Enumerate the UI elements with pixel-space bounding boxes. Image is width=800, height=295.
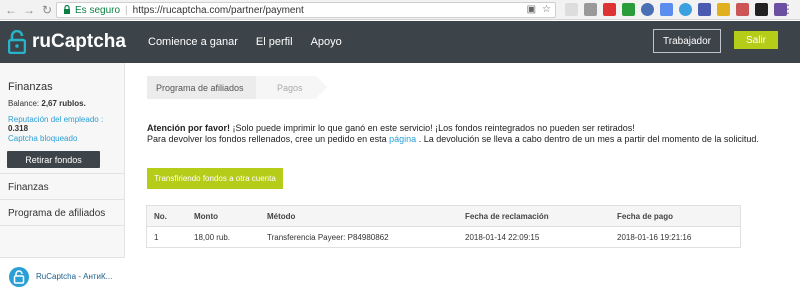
bookmark-star-icon[interactable]: ☆: [542, 4, 551, 15]
sidebar-divider: [0, 225, 125, 226]
notice-line2-pre: Para devolver los fondos rellenados, cre…: [147, 134, 390, 144]
cell-fecha-reclamacion: 2018-01-14 22:09:15: [465, 232, 540, 242]
url-text[interactable]: https://rucaptcha.com/partner/payment: [133, 5, 304, 16]
main-nav: Comience a ganar El perfil Apoyo: [148, 36, 360, 48]
app-promo[interactable]: RuCaptcha - АнтиК...: [0, 257, 125, 295]
sidebar-title: Finanzas: [8, 81, 53, 93]
lock-icon: [62, 5, 72, 15]
sidebar-divider: [0, 173, 125, 174]
nav-el-perfil[interactable]: El perfil: [256, 36, 293, 48]
sidebar-item-afiliados[interactable]: Programa de afiliados: [8, 208, 105, 219]
col-fecha-pago: Fecha de pago: [617, 211, 674, 221]
forward-icon[interactable]: →: [22, 3, 36, 17]
nav-apoyo[interactable]: Apoyo: [311, 36, 342, 48]
reload-icon[interactable]: ↻: [40, 3, 54, 17]
table-row: 1 18,00 rub. Transferencia Payeer: P8498…: [147, 227, 740, 247]
main-content: Programa de afiliados Pagos Atención por…: [126, 63, 800, 295]
breadcrumb-item-pagos: Pagos: [256, 76, 327, 99]
extension-icon[interactable]: [679, 3, 692, 16]
brand-name: ruCaptcha: [32, 31, 126, 52]
extension-icon[interactable]: [755, 3, 768, 16]
extension-icon[interactable]: [736, 3, 749, 16]
cell-metodo: Transferencia Payeer: P84980862: [267, 232, 389, 242]
payments-table: No. Monto Método Fecha de reclamación Fe…: [146, 205, 741, 248]
nav-comience-a-ganar[interactable]: Comience a ganar: [148, 36, 238, 48]
back-icon[interactable]: ←: [4, 3, 18, 17]
site-header: ruCaptcha Comience a ganar El perfil Apo…: [0, 21, 800, 63]
breadcrumb-item-afiliados[interactable]: Programa de afiliados: [147, 76, 267, 99]
logout-button[interactable]: Salir: [734, 31, 778, 49]
reputation-label[interactable]: Reputación del empleado :: [8, 115, 103, 124]
reputation-value: 0.318: [8, 124, 29, 133]
reputation[interactable]: Reputación del empleado : 0.318: [8, 115, 124, 133]
sidebar: Finanzas Balance: 2,67 rublos. Reputació…: [0, 63, 125, 295]
browser-menu-icon[interactable]: ⋮: [782, 2, 794, 16]
extension-icon[interactable]: [698, 3, 711, 16]
balance: Balance: 2,67 rublos.: [8, 99, 86, 108]
notice-line1: ¡Solo puede imprimir lo que ganó en este…: [230, 123, 635, 133]
captcha-blocked-link[interactable]: Captcha bloqueado: [8, 134, 77, 143]
omnibox-separator: |: [125, 4, 128, 16]
cell-no: 1: [154, 232, 159, 242]
browser-toolbar: ← → ↻ Es seguro | https://rucaptcha.com/…: [0, 0, 800, 20]
cell-fecha-pago: 2018-01-16 19:21:16: [617, 232, 692, 242]
col-monto: Monto: [194, 211, 218, 221]
col-fecha-reclamacion: Fecha de reclamación: [465, 211, 549, 221]
worker-button[interactable]: Trabajador: [653, 29, 721, 53]
padlock-logo-icon: [8, 30, 26, 54]
withdraw-button[interactable]: Retirar fondos: [7, 151, 100, 168]
balance-label: Balance:: [8, 99, 40, 108]
notice-line2-post: . La devolución se lleva a cabo dentro d…: [416, 134, 759, 144]
address-bar[interactable]: Es seguro | https://rucaptcha.com/partne…: [56, 2, 556, 18]
notice: Atención por favor! ¡Solo puede imprimir…: [147, 123, 767, 145]
extension-icon[interactable]: [641, 3, 654, 16]
cell-monto: 18,00 rub.: [194, 232, 231, 242]
col-no: No.: [154, 211, 167, 221]
translate-icon[interactable]: ▣: [527, 4, 536, 15]
notice-heading: Atención por favor!: [147, 123, 231, 133]
extension-icon[interactable]: [603, 3, 616, 16]
extension-icon[interactable]: [660, 3, 673, 16]
extension-icon[interactable]: [584, 3, 597, 16]
breadcrumb: Programa de afiliados Pagos: [147, 76, 327, 99]
app-promo-label: RuCaptcha - АнтиК...: [36, 272, 113, 281]
app-padlock-icon: [9, 266, 29, 287]
table-header: No. Monto Método Fecha de reclamación Fe…: [147, 206, 740, 227]
brand[interactable]: ruCaptcha: [0, 30, 140, 54]
extensions-area: [565, 3, 787, 16]
transfer-funds-button[interactable]: Transfiriendo fondos a otra cuenta: [147, 168, 283, 189]
secure-label: Es seguro: [75, 4, 121, 16]
extension-icon[interactable]: [565, 3, 578, 16]
sidebar-divider: [0, 199, 125, 200]
sidebar-item-finanzas[interactable]: Finanzas: [8, 182, 49, 193]
col-metodo: Método: [267, 211, 296, 221]
extension-icon[interactable]: [717, 3, 730, 16]
refund-page-link[interactable]: página: [389, 134, 416, 144]
extension-icon[interactable]: [622, 3, 635, 16]
balance-value: 2,67 rublos.: [41, 99, 86, 108]
